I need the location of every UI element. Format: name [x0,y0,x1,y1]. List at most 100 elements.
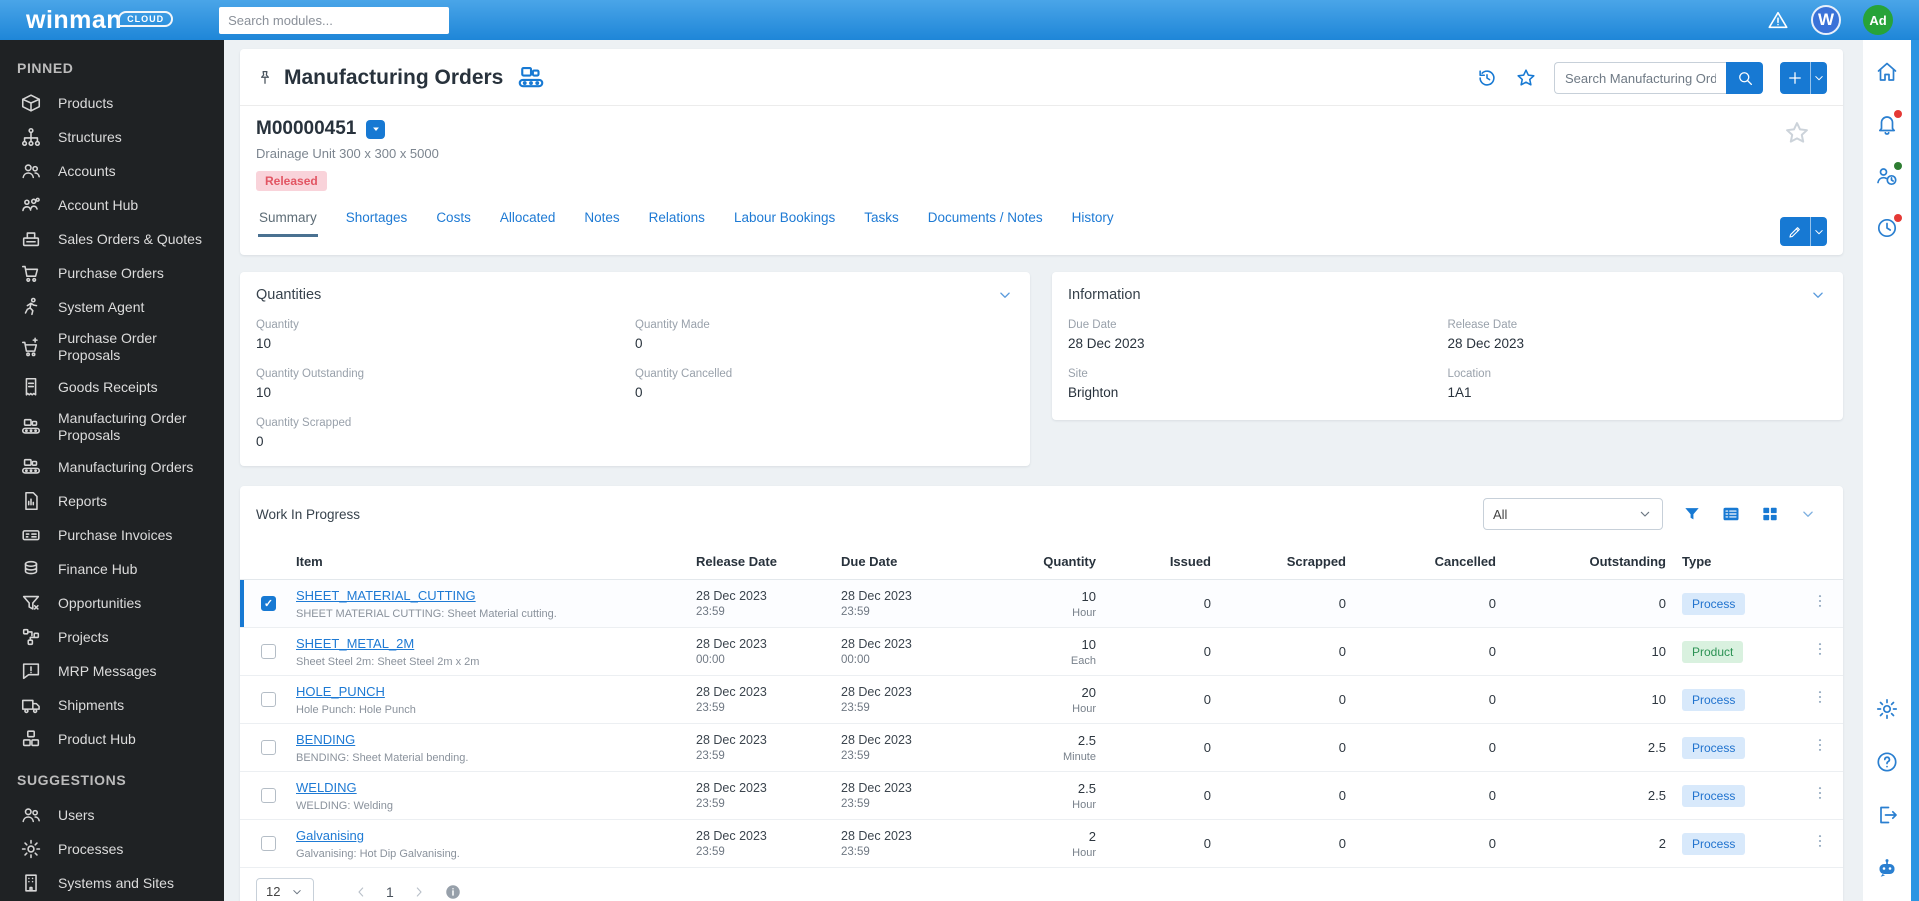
winman-logo: winman CLOUD [26,6,174,35]
sidebar-item[interactable]: Opportunities [0,586,224,620]
rail-icon-button[interactable] [1875,803,1899,832]
sidebar-item[interactable]: MRP Messages [0,654,224,688]
quantity-cell: 10 Each [1070,636,1096,667]
pin-icon[interactable] [256,69,274,87]
row-menu-icon[interactable] [1811,592,1829,610]
row-checkbox[interactable] [261,836,276,851]
row-checkbox[interactable] [261,596,276,611]
row-checkbox[interactable] [261,644,276,659]
row-checkbox[interactable] [261,740,276,755]
rail-icon-button[interactable] [1875,60,1899,89]
filter-icon[interactable] [1682,504,1702,524]
next-page-icon[interactable] [411,884,427,900]
tab[interactable]: Relations [648,204,706,237]
sidebar-item[interactable]: Purchase Invoices [0,518,224,552]
sidebar-item[interactable]: Accounts [0,154,224,188]
cancelled-cell: 0 [1488,644,1496,659]
edit-dropdown[interactable] [1810,217,1827,246]
info-icon[interactable] [444,883,462,901]
sidebar-item-icon [20,416,42,438]
sidebar-item[interactable]: Systems and Sites [0,866,224,900]
collapse-chevron-icon[interactable] [1809,286,1827,304]
search-modules-input[interactable] [219,6,450,34]
item-link[interactable]: SHEET_MATERIAL_CUTTING [296,588,476,603]
column-header: Issued [1169,554,1211,569]
rail-icon-button[interactable] [1875,214,1902,245]
rail-icon-button[interactable] [1875,856,1899,885]
item-link[interactable]: WELDING [296,780,357,795]
sidebar-item[interactable]: Users [0,798,224,832]
due-date-cell: 28 Dec 2023 23:59 [841,829,912,858]
page-size-select[interactable]: 12 [256,878,314,901]
record-dropdown-chip[interactable] [366,119,386,139]
tab[interactable]: Costs [435,204,472,237]
item-link[interactable]: BENDING [296,732,355,747]
field-label: Site [1068,368,1088,380]
row-menu-icon[interactable] [1811,784,1829,802]
tab[interactable]: Shortages [345,204,409,237]
add-record-button[interactable] [1780,62,1810,94]
history-icon[interactable] [1476,67,1498,89]
table-row: SHEET_MATERIAL_CUTTING SHEET MATERIAL CU… [240,580,1843,628]
brand-avatar[interactable]: W [1811,5,1841,35]
type-badge: Product [1682,640,1744,663]
sidebar-item[interactable]: Account Hub [0,188,224,222]
rail-icon-button[interactable] [1875,697,1899,726]
sidebar-item[interactable]: Projects [0,620,224,654]
record-search-button[interactable] [1726,62,1763,94]
sidebar-item[interactable]: Processes [0,832,224,866]
collapse-chevron-icon[interactable] [996,286,1014,304]
tab[interactable]: History [1071,204,1115,237]
sidebar-item-label: Manufacturing Orders [58,458,194,475]
sidebar-item[interactable]: Products [0,86,224,120]
tab[interactable]: Documents / Notes [927,204,1044,237]
page-scrollbar[interactable] [1911,40,1919,901]
item-link[interactable]: SHEET_METAL_2M [296,636,414,651]
favorites-icon[interactable] [1515,67,1537,89]
row-menu-icon[interactable] [1811,736,1829,754]
edit-button[interactable] [1780,217,1810,246]
row-checkbox[interactable] [261,788,276,803]
previous-page-icon[interactable] [353,884,369,900]
record-star-icon[interactable] [1783,119,1811,147]
sidebar-item[interactable]: Finance Hub [0,552,224,586]
sidebar-item[interactable]: Shipments [0,688,224,722]
grid-view-icon[interactable] [1760,504,1780,524]
tab[interactable]: Allocated [499,204,557,237]
collapse-chevron-icon[interactable] [1799,505,1817,523]
add-record-dropdown[interactable] [1810,62,1827,94]
item-description: Sheet Steel 2m: Sheet Steel 2m x 2m [296,656,480,668]
sidebar-item[interactable]: Structures [0,120,224,154]
sidebar-item[interactable]: Goods Receipts [0,370,224,404]
row-menu-icon[interactable] [1811,640,1829,658]
rail-icon-button[interactable] [1875,750,1899,779]
user-avatar[interactable]: Ad [1863,5,1893,35]
sidebar-item[interactable]: Purchase Order Proposals [0,324,224,370]
tab[interactable]: Notes [583,204,620,237]
sidebar-item[interactable]: System Agent [0,290,224,324]
list-view-icon[interactable] [1721,504,1741,524]
sidebar-item-label: Product Hub [58,730,136,747]
item-link[interactable]: HOLE_PUNCH [296,684,385,699]
sidebar-item[interactable]: Manufacturing Order Proposals [0,404,224,450]
row-menu-icon[interactable] [1811,832,1829,850]
rail-icon-button[interactable] [1875,110,1902,141]
record-search-input[interactable] [1554,62,1726,94]
field-value: 0 [256,434,264,449]
warning-icon[interactable] [1767,9,1789,31]
sidebar-item[interactable]: Reports [0,484,224,518]
sidebar-item[interactable]: Product Hub [0,722,224,756]
tab[interactable]: Labour Bookings [733,204,836,237]
row-menu-icon[interactable] [1811,688,1829,706]
sidebar-item[interactable]: Manufacturing Orders [0,450,224,484]
rail-icon [1875,750,1899,774]
item-link[interactable]: Galvanising [296,828,364,843]
wip-filter-select[interactable]: All [1483,498,1663,530]
row-checkbox[interactable] [261,692,276,707]
rail-icon-button[interactable] [1875,162,1902,193]
tab[interactable]: Summary [258,204,318,237]
tab[interactable]: Tasks [863,204,900,237]
scrapped-cell: 0 [1338,836,1346,851]
sidebar-item[interactable]: Sales Orders & Quotes [0,222,224,256]
sidebar-item[interactable]: Purchase Orders [0,256,224,290]
